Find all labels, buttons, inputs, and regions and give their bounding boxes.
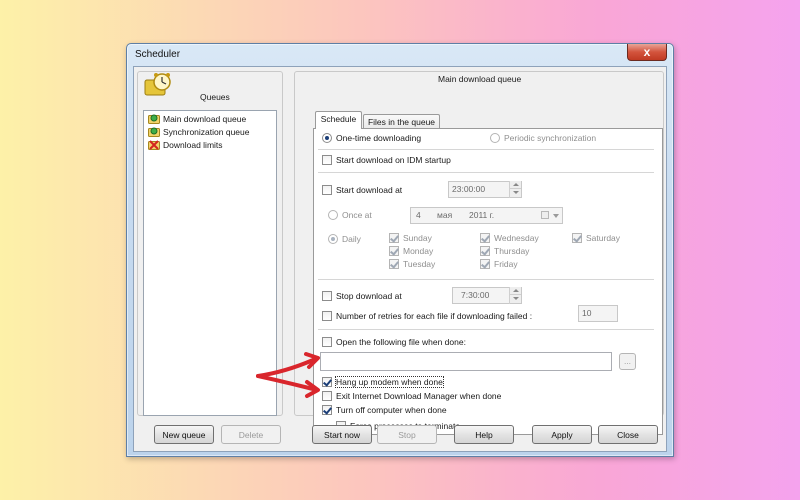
date-month: мая [437,210,453,220]
queue-list[interactable]: Main download queue Synchronization queu… [143,110,277,416]
sunday-checkbox[interactable] [389,233,399,243]
periodic-sync-radio[interactable] [490,133,500,143]
saturday-checkbox[interactable] [572,233,582,243]
separator [318,149,654,150]
date-day: 4 [416,210,421,220]
hang-up-modem-label: Hang up modem when done [335,376,444,388]
new-queue-button[interactable]: New queue [154,425,214,444]
separator [318,172,654,173]
retries-value: 10 [582,308,592,318]
exit-idm-label: Exit Internet Download Manager when done [336,391,502,401]
retries-field[interactable]: 10 [578,305,618,322]
separator [318,329,654,330]
help-button[interactable]: Help [454,425,514,444]
start-time-value: 23:00:00 [452,184,486,194]
close-button[interactable]: Close [598,425,658,444]
periodic-sync-label: Periodic synchronization [504,133,597,143]
monday-label: Monday [403,246,434,256]
scheduler-window: Scheduler x Queues Main download queue S… [126,43,674,457]
schedule-tab-panel [313,128,663,435]
thursday-checkbox[interactable] [480,246,490,256]
date-picker-field[interactable]: 4 мая 2011 г. [410,207,563,224]
red-x-icon [148,139,160,150]
daily-label: Daily [342,234,361,244]
clock-icon [144,73,172,101]
delete-queue-button[interactable]: Delete [221,425,281,444]
saturday-label: Saturday [586,233,621,243]
once-at-label: Once at [342,210,372,220]
separator [318,279,654,280]
one-time-radio[interactable] [322,133,332,143]
retries-checkbox[interactable] [322,311,332,321]
stop-at-checkbox[interactable] [322,291,332,301]
queue-item-label: Main download queue [163,113,247,124]
turn-off-computer-checkbox[interactable] [322,405,332,415]
tuesday-checkbox[interactable] [389,259,399,269]
once-at-radio[interactable] [328,210,338,220]
sunday-label: Sunday [403,233,432,243]
exit-idm-checkbox[interactable] [322,391,332,401]
open-file-path-input[interactable] [320,352,612,371]
stop-button[interactable]: Stop [377,425,437,444]
friday-checkbox[interactable] [480,259,490,269]
browse-button[interactable]: ... [619,353,636,370]
wednesday-label: Wednesday [494,233,539,243]
queues-header: Queues [200,92,230,102]
thursday-label: Thursday [494,246,530,256]
open-file-label: Open the following file when done: [336,337,466,347]
daily-radio[interactable] [328,234,338,244]
window-title: Scheduler [135,49,181,60]
open-file-checkbox[interactable] [322,337,332,347]
turn-off-computer-label: Turn off computer when done [336,405,447,415]
start-at-label: Start download at [336,185,403,195]
stop-at-label: Stop download at [336,291,402,301]
stop-time-value: 7:30:00 [461,290,490,300]
queue-folder-green-icon [148,126,160,137]
start-time-spinner[interactable] [509,181,521,198]
queue-item-sync[interactable]: Synchronization queue [148,125,249,138]
friday-label: Friday [494,259,518,269]
queue-item-label: Synchronization queue [163,126,250,137]
start-on-startup-label: Start download on IDM startup [336,155,451,165]
tab-schedule[interactable]: Schedule [315,111,362,129]
queue-item-main[interactable]: Main download queue [148,112,246,125]
wednesday-checkbox[interactable] [480,233,490,243]
stop-time-spinner[interactable] [509,287,521,304]
title-bar: Scheduler x [127,44,673,66]
apply-button[interactable]: Apply [532,425,592,444]
date-year: 2011 г. [469,210,495,220]
hang-up-modem-checkbox[interactable] [322,377,332,387]
window-close-button[interactable]: x [627,44,667,61]
client-area: Queues Main download queue Synchronizati… [133,66,667,452]
queue-item-label: Download limits [163,139,223,150]
tuesday-label: Tuesday [403,259,436,269]
chevron-down-icon[interactable] [553,214,559,218]
monday-checkbox[interactable] [389,246,399,256]
start-at-checkbox[interactable] [322,185,332,195]
queue-heading: Main download queue [438,74,522,84]
one-time-label: One-time downloading [336,133,422,143]
retries-label: Number of retries for each file if downl… [336,311,533,321]
calendar-checkbox[interactable] [541,211,549,219]
start-on-startup-checkbox[interactable] [322,155,332,165]
queue-item-limits[interactable]: Download limits [148,138,223,151]
queue-folder-green-icon [148,113,160,124]
start-now-button[interactable]: Start now [312,425,372,444]
